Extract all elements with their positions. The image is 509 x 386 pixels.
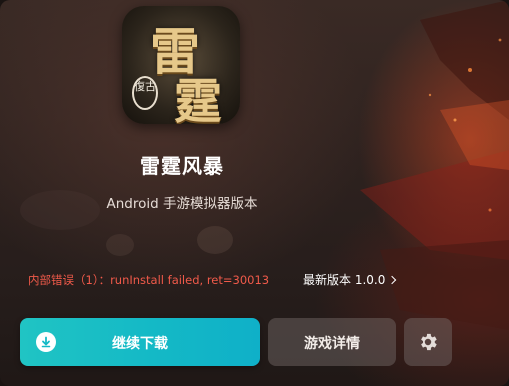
game-launch-panel: 雷 霆 復古 雷霆风暴 Android 手游模拟器版本 内部错误（1）：runI… bbox=[0, 0, 509, 386]
game-app-icon: 雷 霆 復古 bbox=[122, 6, 240, 124]
latest-version-link[interactable]: 最新版本 1.0.0 bbox=[303, 271, 397, 288]
gear-icon bbox=[421, 333, 437, 351]
game-details-label: 游戏详情 bbox=[304, 336, 360, 352]
game-details-button[interactable]: 游戏详情 bbox=[268, 318, 396, 366]
settings-button[interactable] bbox=[404, 318, 452, 366]
game-title: 雷霆风暴 bbox=[140, 154, 224, 178]
continue-download-button[interactable]: 继续下载 bbox=[20, 318, 260, 366]
app-icon-glyph-2: 霆 bbox=[174, 74, 223, 124]
error-message: 内部错误（1）：runInstall failed, ret=30013 bbox=[28, 273, 270, 287]
app-icon-seal: 復古 bbox=[132, 76, 158, 110]
latest-version-label: 最新版本 1.0.0 bbox=[303, 273, 386, 287]
game-subtitle: Android 手游模拟器版本 bbox=[106, 196, 258, 212]
continue-download-label: 继续下载 bbox=[112, 336, 168, 352]
chevron-right-icon bbox=[388, 275, 397, 285]
